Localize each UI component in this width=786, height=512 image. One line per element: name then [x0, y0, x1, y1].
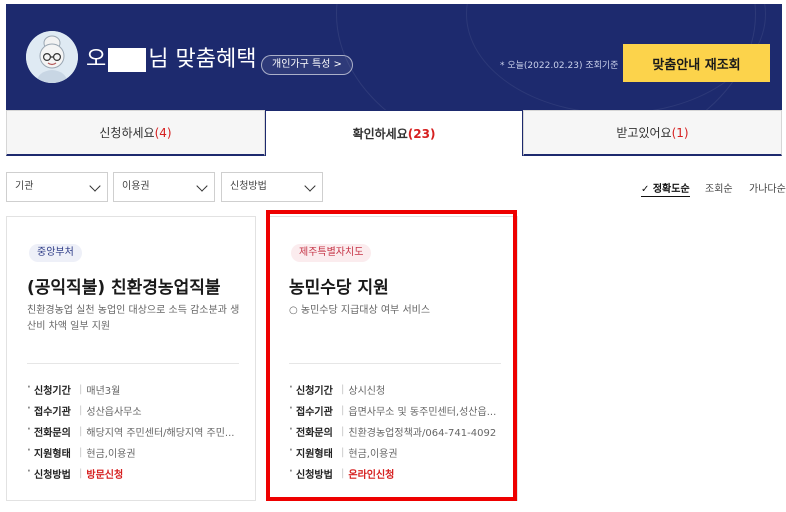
- detail-row-contact: 전화문의|친환경농업정책과/064-741-4092: [289, 421, 504, 442]
- detail-row-office: 접수기관|읍면사무소 및 동주민센터,성산읍...: [289, 400, 504, 421]
- household-traits-button[interactable]: 개인가구 특성 >: [261, 55, 353, 75]
- detail-row-support-type: 지원형태|현금,이용권: [289, 442, 504, 463]
- card-title[interactable]: 농민수당 지원: [289, 273, 389, 298]
- name-mask: [108, 48, 147, 72]
- chevron-down-icon: [196, 180, 208, 192]
- sort-accuracy[interactable]: ✓ 정확도순: [641, 180, 690, 197]
- detail-value: 성산읍사무소: [86, 407, 142, 418]
- detail-key: 신청기간: [27, 382, 75, 397]
- detail-row-support-type: 지원형태|현금,이용권: [27, 442, 242, 463]
- detail-value: 온라인신청: [348, 470, 395, 481]
- tab-apply[interactable]: 신청하세요 (4): [6, 110, 265, 156]
- detail-key: 신청기간: [289, 382, 337, 397]
- divider: [289, 363, 501, 364]
- detail-key: 전화문의: [27, 424, 75, 439]
- benefit-card[interactable]: 제주특별자치도 농민수당 지원 ○ 농민수당 지급대상 여부 서비스 신청기간|…: [268, 216, 518, 501]
- detail-value: 현금,이용권: [348, 449, 398, 460]
- detail-row-period: 신청기간|매년3월: [27, 379, 242, 400]
- reinquiry-button[interactable]: 맞춤안내 재조회: [623, 44, 770, 82]
- detail-row-contact: 전화문의|해당지역 주민센터/해당지역 주민...: [27, 421, 242, 442]
- tab-count: (23): [407, 126, 436, 141]
- card-details: 신청기간|매년3월 접수기관|성산읍사무소 전화문의|해당지역 주민센터/해당지…: [27, 379, 242, 484]
- voucher-select[interactable]: 이용권: [113, 172, 215, 202]
- detail-row-period: 신청기간|상시신청: [289, 379, 504, 400]
- greeting-prefix: 오: [86, 47, 107, 72]
- detail-row-method: 신청방법|온라인신청: [289, 463, 504, 484]
- benefit-card[interactable]: 중앙부처 (공익직불) 친환경농업직불 친환경농업 실천 농업인 대상으로 소득…: [6, 216, 256, 501]
- detail-value: 읍면사무소 및 동주민센터,성산읍...: [348, 407, 497, 418]
- tab-label: 신청하세요: [99, 126, 155, 140]
- chevron-down-icon: [89, 180, 101, 192]
- tab-count: (4): [154, 125, 172, 140]
- card-title[interactable]: (공익직불) 친환경농업직불: [27, 273, 221, 298]
- card-description: 친환경농업 실천 농업인 대상으로 소득 감소분과 생산비 차액 일부 지원: [27, 305, 240, 332]
- detail-row-method: 신청방법|방문신청: [27, 463, 242, 484]
- detail-key: 접수기관: [289, 403, 337, 418]
- divider: [27, 363, 239, 364]
- tab-label: 받고있어요: [616, 126, 672, 140]
- page-title: 오 님 맞춤혜택: [86, 46, 256, 74]
- detail-value: 현금,이용권: [86, 449, 136, 460]
- detail-key: 신청방법: [289, 466, 337, 481]
- detail-key: 접수기관: [27, 403, 75, 418]
- card-description: ○ 농민수당 지급대상 여부 서비스: [289, 305, 431, 316]
- sort-views[interactable]: 조회순: [705, 180, 733, 195]
- detail-key: 신청방법: [27, 466, 75, 481]
- detail-key: 지원형태: [289, 445, 337, 460]
- agency-badge: 제주특별자치도: [291, 244, 372, 262]
- method-select-value: 신청방법: [230, 181, 267, 192]
- tab-check[interactable]: 확인하세요 (23): [265, 110, 523, 156]
- detail-value: 해당지역 주민센터/해당지역 주민...: [86, 428, 235, 439]
- detail-row-office: 접수기관|성산읍사무소: [27, 400, 242, 421]
- agency-select-value: 기관: [15, 181, 34, 192]
- avatar-icon: [26, 31, 78, 83]
- inquiry-basis-text: * 오늘(2022.02.23) 조회기준: [500, 61, 619, 71]
- header-banner: 오 님 맞춤혜택 개인가구 특성 > * 오늘(2022.02.23) 조회기준…: [6, 4, 782, 110]
- voucher-select-value: 이용권: [122, 181, 150, 192]
- method-select[interactable]: 신청방법: [221, 172, 323, 202]
- detail-value: 상시신청: [348, 386, 386, 397]
- tab-label: 확인하세요: [352, 127, 408, 141]
- tab-receiving[interactable]: 받고있어요 (1): [523, 110, 782, 156]
- detail-value: 친환경농업정책과/064-741-4092: [348, 428, 497, 439]
- greeting-suffix: 님 맞춤혜택: [148, 47, 257, 72]
- detail-value: 매년3월: [86, 386, 121, 397]
- agency-select[interactable]: 기관: [6, 172, 108, 202]
- chevron-down-icon: [304, 180, 316, 192]
- detail-key: 지원형태: [27, 445, 75, 460]
- agency-badge: 중앙부처: [29, 244, 82, 262]
- tab-bar: 신청하세요 (4) 확인하세요 (23) 받고있어요 (1): [6, 110, 782, 156]
- detail-value: 방문신청: [86, 470, 124, 481]
- tab-count: (1): [671, 125, 689, 140]
- detail-key: 전화문의: [289, 424, 337, 439]
- card-details: 신청기간|상시신청 접수기관|읍면사무소 및 동주민센터,성산읍... 전화문의…: [289, 379, 504, 484]
- sort-alphabetical[interactable]: 가나다순: [749, 180, 786, 195]
